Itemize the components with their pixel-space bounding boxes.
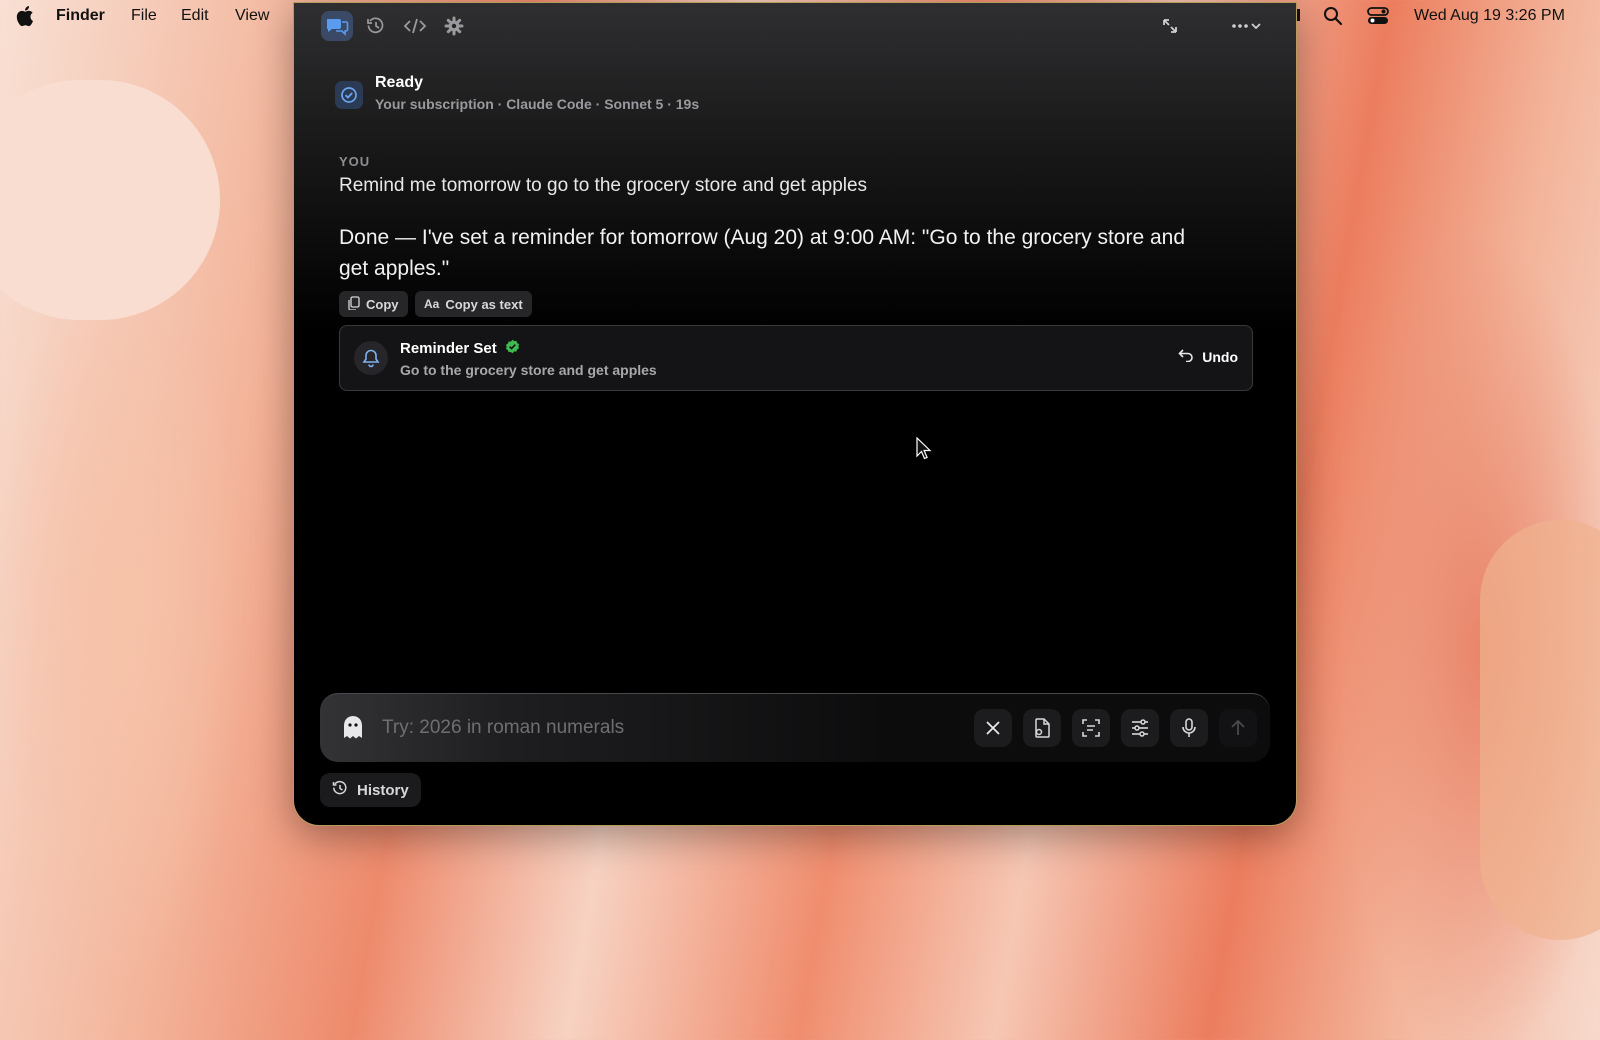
attach-file-icon bbox=[1035, 718, 1050, 738]
undo-icon bbox=[1178, 348, 1194, 365]
mouse-pointer-icon bbox=[916, 436, 932, 466]
microphone-icon bbox=[1182, 718, 1196, 737]
prompt-input[interactable] bbox=[380, 712, 904, 744]
more-dots-icon[interactable] bbox=[1228, 11, 1268, 41]
copy-label: Copy bbox=[366, 296, 399, 312]
user-message: Remind me tomorrow to go to the grocery … bbox=[339, 175, 868, 196]
status-item-icon[interactable] bbox=[1296, 6, 1304, 29]
sliders-icon bbox=[1132, 719, 1148, 737]
screen-capture-icon bbox=[1082, 719, 1100, 737]
copy-icon bbox=[348, 295, 360, 313]
menu-file[interactable]: File bbox=[131, 7, 157, 25]
microphone-button[interactable] bbox=[1170, 709, 1208, 747]
ghost-icon[interactable] bbox=[340, 714, 366, 747]
code-icon[interactable] bbox=[399, 11, 431, 41]
wallpaper-shape bbox=[1480, 520, 1600, 940]
user-label: YOU bbox=[339, 154, 371, 169]
menu-app-name[interactable]: Finder bbox=[56, 7, 105, 25]
copy-button[interactable]: Copy bbox=[339, 291, 408, 317]
history-button[interactable]: History bbox=[320, 773, 421, 807]
prompt-bar bbox=[320, 693, 1270, 762]
history-label: History bbox=[357, 781, 409, 799]
chat-icon[interactable] bbox=[321, 11, 353, 41]
bell-icon bbox=[354, 341, 388, 375]
history-icon bbox=[332, 780, 348, 800]
menu-edit[interactable]: Edit bbox=[181, 7, 209, 25]
reminder-title-row: Reminder Set bbox=[400, 339, 520, 358]
gear-icon[interactable] bbox=[438, 11, 470, 41]
wallpaper-shape bbox=[0, 80, 220, 320]
verified-check-icon bbox=[505, 339, 520, 358]
status-title: Ready bbox=[375, 74, 424, 91]
ready-check-icon bbox=[335, 81, 363, 109]
control-center-icon[interactable] bbox=[1367, 6, 1389, 31]
assistant-window: Ready Your subscription · Claude Code · … bbox=[293, 2, 1297, 826]
clear-button[interactable] bbox=[974, 709, 1012, 747]
reminder-description: Go to the grocery store and get apples bbox=[400, 362, 657, 378]
assistant-reply: Done — I've set a reminder for tomorrow … bbox=[339, 226, 1186, 280]
expand-icon[interactable] bbox=[1154, 11, 1186, 41]
history-clock-icon[interactable] bbox=[360, 11, 392, 41]
menu-clock[interactable]: Wed Aug 19 3:26 PM bbox=[1414, 7, 1565, 25]
reminder-card: Reminder Set Go to the grocery store and… bbox=[339, 325, 1253, 391]
settings-sliders-button[interactable] bbox=[1121, 709, 1159, 747]
screen-capture-button[interactable] bbox=[1072, 709, 1110, 747]
apple-icon[interactable] bbox=[14, 5, 34, 27]
undo-button[interactable]: Undo bbox=[1178, 348, 1238, 365]
send-button[interactable] bbox=[1219, 709, 1257, 747]
status-subtitle: Your subscription · Claude Code · Sonnet… bbox=[375, 96, 700, 112]
menu-view[interactable]: View bbox=[235, 7, 269, 25]
copy-as-text-label: Copy as text bbox=[445, 296, 523, 312]
close-icon bbox=[986, 721, 1000, 735]
reminder-title: Reminder Set bbox=[400, 340, 497, 357]
arrow-up-icon bbox=[1231, 719, 1245, 735]
attach-file-button[interactable] bbox=[1023, 709, 1061, 747]
text-format-icon: Aa bbox=[424, 297, 440, 311]
copy-as-text-button[interactable]: Aa Copy as text bbox=[415, 291, 532, 317]
spotlight-search-icon[interactable] bbox=[1323, 6, 1343, 31]
undo-label: Undo bbox=[1202, 348, 1238, 365]
